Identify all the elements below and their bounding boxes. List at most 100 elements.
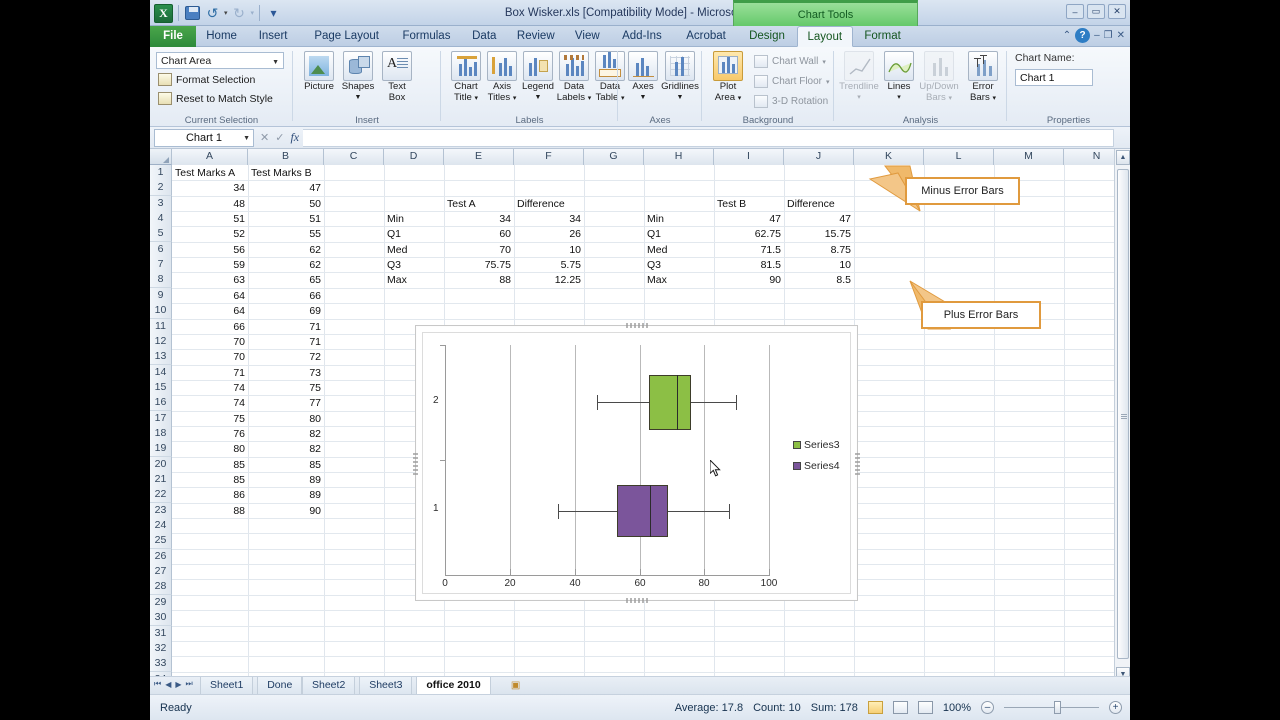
cell-A17[interactable]: 75 — [175, 412, 245, 427]
cell-F3[interactable]: Difference — [517, 197, 581, 212]
cell-H4[interactable]: Min — [647, 212, 711, 227]
cell-B15[interactable]: 75 — [251, 381, 321, 396]
ribbon-tab-acrobat[interactable]: Acrobat — [675, 26, 737, 47]
chart-name-input[interactable] — [1015, 69, 1093, 86]
zoom-in-button[interactable]: + — [1109, 701, 1122, 714]
ribbon-right-buttons[interactable]: ⌃? – ❐ ✕ — [1063, 28, 1125, 43]
cell-B21[interactable]: 89 — [251, 473, 321, 488]
cell-D6[interactable]: Med — [387, 243, 441, 258]
close-button[interactable]: ✕ — [1108, 4, 1126, 19]
minimize-ribbon-icon[interactable]: ⌃ — [1063, 30, 1071, 41]
cell-F7[interactable]: 5.75 — [517, 258, 581, 273]
cell-F5[interactable]: 26 — [517, 227, 581, 242]
window-restore-icon[interactable]: ❐ — [1104, 30, 1113, 41]
cell-B11[interactable]: 71 — [251, 320, 321, 335]
column-header-C[interactable]: C — [324, 149, 384, 165]
zoom-level[interactable]: 100% — [943, 702, 971, 714]
cell-A18[interactable]: 76 — [175, 427, 245, 442]
cell-I4[interactable]: 47 — [717, 212, 781, 227]
cell-A2[interactable]: 34 — [175, 181, 245, 196]
sheet-tab-sheet3[interactable]: Sheet3 — [359, 677, 413, 695]
window-close-icon[interactable]: ✕ — [1117, 30, 1125, 41]
help-icon[interactable]: ? — [1075, 28, 1091, 43]
zoom-slider[interactable] — [1004, 701, 1099, 714]
enter-formula-icon[interactable]: ✓ — [275, 131, 284, 144]
gridlines-dropdown-icon[interactable]: ▼ — [658, 93, 702, 104]
row-header-11[interactable]: 11 — [150, 318, 172, 335]
column-header-H[interactable]: H — [644, 149, 714, 165]
legend-item-series4[interactable]: Series4 — [793, 460, 840, 472]
ribbon-tab-review[interactable]: Review — [508, 26, 564, 47]
row-header-15[interactable]: 15 — [150, 379, 172, 396]
cell-A14[interactable]: 71 — [175, 366, 245, 381]
column-header-G[interactable]: G — [584, 149, 644, 165]
row-header-20[interactable]: 20 — [150, 456, 172, 473]
cell-A11[interactable]: 66 — [175, 320, 245, 335]
name-box[interactable]: Chart 1 ▼ — [154, 128, 254, 147]
normal-view-icon[interactable] — [867, 701, 883, 714]
chart-handle-right[interactable] — [855, 453, 860, 475]
select-all-corner[interactable] — [150, 149, 172, 165]
cell-F8[interactable]: 12.25 — [517, 273, 581, 288]
row-header-1[interactable]: 1 — [150, 165, 172, 181]
row-header-28[interactable]: 28 — [150, 579, 172, 596]
chart-handle-left[interactable] — [413, 453, 418, 475]
ribbon-tab-home[interactable]: Home — [200, 26, 243, 47]
row-header-26[interactable]: 26 — [150, 548, 172, 565]
row-header-24[interactable]: 24 — [150, 518, 172, 535]
column-header-I[interactable]: I — [714, 149, 784, 165]
row-header-17[interactable]: 17 — [150, 410, 172, 427]
ribbon-tab-add-ins[interactable]: Add-Ins — [611, 26, 673, 47]
row-header-29[interactable]: 29 — [150, 594, 172, 611]
cell-F4[interactable]: 34 — [517, 212, 581, 227]
plot-area-button[interactable]: Plot Area ▾ — [705, 51, 751, 104]
cell-I5[interactable]: 62.75 — [717, 227, 781, 242]
cell-E7[interactable]: 75.75 — [447, 258, 511, 273]
row-header-32[interactable]: 32 — [150, 640, 172, 657]
sheet-tab-done[interactable]: Done — [257, 677, 303, 695]
cell-B1[interactable]: Test Marks B — [251, 166, 321, 181]
cell-B18[interactable]: 82 — [251, 427, 321, 442]
cell-B9[interactable]: 66 — [251, 289, 321, 304]
row-header-25[interactable]: 25 — [150, 533, 172, 550]
column-header-E[interactable]: E — [444, 149, 514, 165]
cell-I3[interactable]: Test B — [717, 197, 781, 212]
chart-handle-top[interactable] — [626, 323, 648, 328]
new-sheet-button[interactable]: ▣ — [507, 678, 525, 694]
cell-A1[interactable]: Test Marks A — [175, 166, 245, 181]
cell-D5[interactable]: Q1 — [387, 227, 441, 242]
cell-A10[interactable]: 64 — [175, 304, 245, 319]
row-header-4[interactable]: 4 — [150, 211, 172, 228]
whisker-low-series3[interactable] — [597, 402, 649, 403]
sheet-tab-office-2010[interactable]: office 2010 — [416, 677, 491, 695]
chart-object[interactable]: 0 20 40 60 80 100 2 1 Series3 Series4 — [413, 323, 860, 603]
column-header-J[interactable]: J — [784, 149, 854, 165]
cell-B22[interactable]: 89 — [251, 488, 321, 503]
cell-J5[interactable]: 15.75 — [787, 227, 851, 242]
cell-J8[interactable]: 8.5 — [787, 273, 851, 288]
cell-B3[interactable]: 50 — [251, 197, 321, 212]
cell-F6[interactable]: 10 — [517, 243, 581, 258]
whisker-high-series3[interactable] — [691, 402, 736, 403]
value-axis[interactable] — [445, 575, 770, 576]
cell-A7[interactable]: 59 — [175, 258, 245, 273]
chevron-down-icon[interactable]: ▼ — [272, 55, 279, 71]
row-header-3[interactable]: 3 — [150, 195, 172, 212]
cell-E8[interactable]: 88 — [447, 273, 511, 288]
cell-B23[interactable]: 90 — [251, 504, 321, 519]
cell-E3[interactable]: Test A — [447, 197, 511, 212]
cancel-formula-icon[interactable]: ✕ — [260, 131, 269, 144]
row-header-16[interactable]: 16 — [150, 395, 172, 412]
cell-J4[interactable]: 47 — [787, 212, 851, 227]
scroll-up-button[interactable]: ▲ — [1116, 150, 1130, 165]
cell-A3[interactable]: 48 — [175, 197, 245, 212]
ribbon-tab-layout[interactable]: Layout — [796, 26, 853, 47]
cell-A8[interactable]: 63 — [175, 273, 245, 288]
sheet-tab-sheet1[interactable]: Sheet1 — [200, 677, 254, 695]
row-header-12[interactable]: 12 — [150, 333, 172, 350]
cell-A13[interactable]: 70 — [175, 350, 245, 365]
cell-I6[interactable]: 71.5 — [717, 243, 781, 258]
cell-B5[interactable]: 55 — [251, 227, 321, 242]
cell-A6[interactable]: 56 — [175, 243, 245, 258]
row-header-7[interactable]: 7 — [150, 257, 172, 274]
